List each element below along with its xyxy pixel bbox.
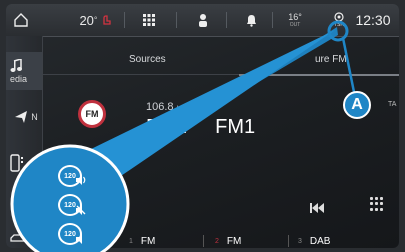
sidebar-item-home[interactable] (6, 4, 42, 36)
status-bar: 20 ° 16° OUT TSR 12:30 (6, 4, 399, 37)
frequency-value: 106.8 (146, 101, 174, 113)
frequency: 106.8 MHz (146, 101, 189, 113)
keypad-dot (380, 202, 383, 206)
temp-left-value: 20 (79, 12, 94, 28)
lens-icon-label: 120 (64, 172, 76, 180)
temp-right-sub: OUT (289, 22, 301, 28)
clock: 12:30 (350, 4, 396, 36)
preset-1[interactable]: 1 FM (129, 234, 155, 248)
temp-right-unit: ° (298, 12, 302, 22)
preset-label: FM (140, 235, 156, 247)
grid-icon (143, 14, 155, 26)
keypad-dot (375, 207, 378, 211)
preset-number: 1 (129, 237, 133, 245)
ta-indicator: TA (388, 101, 397, 108)
sidebar-item-label: N (31, 112, 38, 122)
preset-3[interactable]: 3 DAB (298, 234, 330, 248)
preset-label: DAB (309, 235, 331, 247)
speaker-off-icon (76, 234, 82, 244)
temp-right-value: 16 (288, 12, 299, 22)
sidebar-item-navigation[interactable]: N (6, 98, 42, 136)
person-icon (199, 14, 207, 27)
keypad-dot (375, 197, 378, 200)
station-name-head: Radi (146, 116, 188, 138)
home-icon (14, 13, 28, 27)
tsr-icon (334, 12, 344, 22)
lens-icon-label: 120 (64, 230, 76, 238)
keypad-dot (380, 207, 383, 211)
bell-icon (246, 14, 256, 27)
keypad-dot (380, 197, 383, 200)
keypad-button[interactable] (370, 197, 384, 211)
seat-heat-icon (102, 15, 111, 25)
app-grid-button[interactable] (134, 4, 164, 36)
notifications-button[interactable] (238, 4, 264, 36)
sidebar-item-label: edia (10, 73, 28, 84)
callout-marker-a: A (343, 91, 371, 119)
tsr-indicator[interactable]: TSR (330, 4, 348, 36)
keypad-dot (375, 202, 378, 206)
tab-fm[interactable]: ure FM (315, 54, 347, 65)
sidebar-item-vehicle[interactable] (6, 228, 42, 248)
preset-number: 2 (215, 237, 219, 245)
car-icon (10, 234, 26, 242)
navigation-icon (15, 111, 28, 123)
fm-badge-label: FM (85, 109, 99, 119)
preset-2[interactable]: 2 FM (215, 234, 241, 248)
source-tabs: Sources ure FM (43, 50, 399, 76)
lens-icon-label: 120 (64, 201, 76, 209)
preset-label: FM (226, 235, 242, 247)
keypad-dot (370, 202, 373, 206)
profile-button[interactable] (190, 4, 216, 36)
fm-source-badge: FM (78, 100, 106, 128)
tab-sources[interactable]: Sources (129, 54, 166, 65)
temp-left-unit: ° (93, 15, 98, 25)
speaker-up-icon (76, 175, 86, 185)
speaker-mute-icon (76, 205, 86, 215)
station-name: Radi FM1 (146, 116, 255, 139)
sidebar-item-phone[interactable] (6, 144, 42, 182)
music-note-icon (10, 58, 22, 72)
station-name-tail: FM1 (215, 116, 256, 138)
tsr-label: TSR (334, 22, 344, 28)
previous-station-button[interactable] (306, 200, 328, 216)
keypad-dot (370, 197, 373, 200)
clock-text: 12:30 (355, 12, 391, 28)
sidebar-item-media[interactable]: edia (6, 52, 42, 90)
phone-icon (10, 154, 23, 172)
frequency-unit: MHz (176, 106, 189, 112)
preset-bar: 1 FM 2 FM 3 DAB (43, 234, 399, 248)
skip-back-icon (310, 203, 324, 213)
keypad-dot (370, 207, 373, 211)
outside-temp: 16° OUT (282, 4, 308, 36)
preset-number: 3 (298, 237, 302, 245)
climate-temp-left[interactable]: 20 ° (74, 4, 118, 36)
